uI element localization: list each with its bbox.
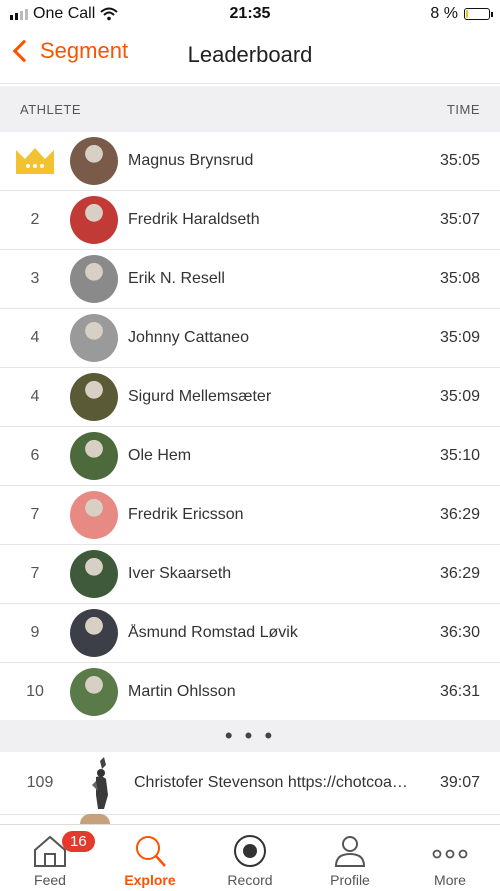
athlete-time: 35:10 [439, 447, 480, 464]
athlete-name: Fredrik Haraldseth [128, 211, 260, 228]
leaderboard-list: Magnus Brynsrud 35:05 2 Fredrik Haraldseth 3… [0, 132, 500, 722]
leaderboard-row[interactable]: 7 Fredrik Ericsson 36:29 [0, 486, 500, 545]
athlete-name: Magnus Brynsrud [128, 152, 254, 169]
athlete-time: 36:30 [439, 624, 480, 641]
crown-icon [16, 148, 54, 174]
status-bar: One Call 21:35 8 % [0, 0, 500, 28]
carrier-label: One Call [33, 5, 96, 22]
leaderboard-row[interactable]: 2 Fredrik Haraldseth 35:07 [0, 191, 500, 250]
tab-feed[interactable]: 16 Feed [0, 825, 100, 891]
tab-profile[interactable]: Profile [300, 825, 400, 891]
avatar [70, 137, 118, 185]
more-icon [432, 849, 468, 859]
tab-label: More [434, 872, 466, 888]
athlete-name: Fredrik Ericsson [128, 506, 244, 523]
rank-label: 9 [30, 624, 40, 641]
athlete-column-header: ATHLETE [20, 101, 82, 117]
column-header: ATHLETE TIME [0, 86, 500, 132]
profile-icon [334, 836, 366, 867]
athlete-time: 39:07 [439, 774, 480, 791]
leaderboard-row[interactable]: 4 Sigurd Mellemsæter 35:09 [0, 368, 500, 427]
avatar [80, 814, 110, 824]
athlete-name: Johnny Cattaneo [128, 329, 249, 346]
page-title: Leaderboard [187, 42, 313, 67]
own-result-row[interactable]: 109 Christofer Stevenson https://chotcoa… [0, 752, 500, 815]
athlete-time: 35:05 [439, 152, 480, 169]
avatar [70, 609, 118, 657]
navigation-bar: Segment Leaderboard [0, 28, 500, 84]
leaderboard-row[interactable]: 10 Martin Ohlsson 36:31 [0, 663, 500, 722]
time-column-header: TIME [446, 101, 480, 117]
tab-explore[interactable]: Explore [100, 825, 200, 891]
rank-label: 3 [30, 270, 40, 287]
signal-icon [10, 8, 28, 20]
athlete-time: 35:08 [439, 270, 480, 287]
athlete-time: 36:29 [439, 506, 480, 523]
avatar [70, 491, 118, 539]
avatar [70, 668, 118, 716]
rank-label: 7 [30, 565, 40, 582]
search-icon [136, 836, 166, 867]
tab-record[interactable]: Record [200, 825, 300, 891]
leaderboard-row[interactable]: 7 Iver Skaarseth 36:29 [0, 545, 500, 604]
athlete-time: 35:09 [439, 329, 480, 346]
athlete-time: 36:29 [439, 565, 480, 582]
wifi-icon [100, 7, 118, 21]
tab-label: Explore [124, 872, 176, 888]
rank-label: 4 [30, 329, 40, 346]
rank-label: 109 [26, 774, 54, 791]
rank-label: 7 [30, 506, 40, 523]
more-results-indicator[interactable]: • • • [0, 720, 500, 752]
athlete-time: 35:09 [439, 388, 480, 405]
tab-more[interactable]: More [400, 825, 500, 891]
avatar [70, 255, 118, 303]
leaderboard-row[interactable]: 3 Erik N. Resell 35:08 [0, 250, 500, 309]
avatar [70, 373, 118, 421]
battery-percent: 8 % [430, 5, 458, 22]
athlete-name: Christofer Stevenson https://chotcoachin… [134, 774, 410, 791]
app-screen: One Call 21:35 8 % Segment Leaderboard A… [0, 0, 500, 891]
athlete-name: Iver Skaarseth [128, 565, 232, 582]
athlete-name: Ole Hem [128, 447, 192, 464]
rank-label: 6 [30, 447, 40, 464]
athlete-name: Åsmund Romstad Løvik [128, 624, 298, 641]
battery-fill [466, 10, 468, 18]
avatar [70, 432, 118, 480]
rank-label: 10 [26, 683, 44, 700]
tab-label: Profile [330, 872, 370, 888]
athlete-name: Sigurd Mellemsæter [128, 388, 272, 405]
record-icon [234, 835, 266, 867]
rank-label: 4 [30, 388, 40, 405]
athlete-time: 35:07 [439, 211, 480, 228]
leaderboard-row[interactable]: 6 Ole Hem 35:10 [0, 427, 500, 486]
athlete-name: Erik N. Resell [128, 270, 225, 287]
athlete-time: 36:31 [439, 683, 480, 700]
leaderboard-row[interactable]: 9 Åsmund Romstad Løvik 36:30 [0, 604, 500, 663]
avatar [70, 550, 118, 598]
tab-label: Feed [34, 872, 66, 888]
battery-icon [464, 8, 493, 20]
leaderboard-row[interactable]: 4 Johnny Cattaneo 35:09 [0, 309, 500, 368]
notification-badge: 16 [62, 831, 95, 852]
tab-bar: 16 Feed Explore Record Profile More [0, 824, 500, 891]
rank-label: 2 [30, 211, 40, 228]
tab-label: Record [227, 872, 273, 888]
avatar [70, 196, 118, 244]
leaderboard-row[interactable]: Magnus Brynsrud 35:05 [0, 132, 500, 191]
avatar [92, 757, 108, 809]
athlete-name: Martin Ohlsson [128, 683, 236, 700]
avatar [70, 314, 118, 362]
